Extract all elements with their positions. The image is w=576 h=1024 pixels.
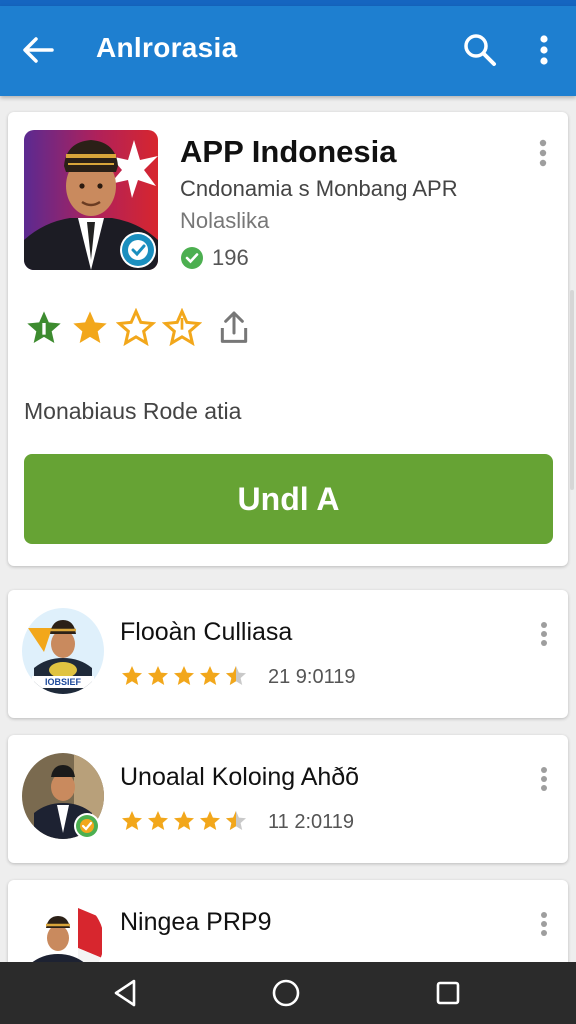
search-icon[interactable]	[458, 28, 502, 72]
star-icon	[200, 811, 220, 830]
nav-recents-icon[interactable]	[430, 976, 466, 1010]
app-bar: Anlrorasia	[0, 6, 576, 96]
more-vert-icon[interactable]	[532, 136, 554, 170]
star-icon	[122, 811, 142, 830]
star-icon	[148, 666, 168, 685]
install-button-label: Undl A	[237, 481, 340, 517]
more-vert-icon[interactable]	[526, 28, 562, 72]
verified-badge-icon	[74, 813, 100, 839]
list-item[interactable]: Unoalal Koloing Ahðõ 11 2:0119	[8, 735, 568, 863]
avatar-logo-text: IOBSIEF	[45, 677, 82, 687]
list-item-name: Ningea PRP9	[120, 908, 272, 936]
app-bar-title: Anlrorasia	[96, 32, 238, 63]
rating-stars	[120, 664, 250, 688]
rating-stars	[120, 809, 250, 833]
list-item-name: Unoalal Koloing Ahðõ	[120, 763, 360, 791]
more-vert-icon[interactable]	[534, 908, 554, 940]
app-subtitle: Cndonamia s Monbang APR	[180, 176, 458, 201]
star-icon	[122, 666, 142, 685]
star-outline-icon[interactable]	[162, 308, 202, 348]
star-icon[interactable]	[24, 308, 64, 348]
star-icon	[200, 666, 220, 685]
check-circle-icon	[180, 246, 204, 270]
app-detail-card: APP Indonesia Cndonamia s Monbang APR No…	[8, 112, 568, 566]
star-icon	[174, 666, 194, 685]
app-description: Monabiaus Rode atia	[24, 398, 242, 424]
nav-back-icon[interactable]	[108, 976, 144, 1010]
list-item-name: Flooàn Culliasa	[120, 618, 293, 646]
verified-badge-icon	[120, 232, 156, 268]
list-item-meta: 21 9:0119	[268, 666, 356, 688]
star-icon	[148, 811, 168, 830]
nav-home-icon[interactable]	[268, 976, 304, 1010]
list-item-meta: 11 2:0119	[268, 811, 355, 833]
arrow-back-icon[interactable]	[16, 28, 60, 72]
more-vert-icon[interactable]	[534, 618, 554, 650]
share-icon[interactable]	[214, 308, 254, 348]
star-icon[interactable]	[70, 308, 110, 348]
app-title: APP Indonesia	[180, 134, 397, 169]
download-count: 196	[212, 245, 249, 270]
install-button[interactable]: Undl A	[24, 454, 553, 544]
more-vert-icon[interactable]	[534, 763, 554, 795]
star-half-icon	[226, 666, 246, 685]
system-nav-bar	[0, 962, 576, 1024]
star-icon	[174, 811, 194, 830]
list-item[interactable]: IOBSIEF Flooàn Culliasa 21 9:0119	[8, 590, 568, 718]
scrollbar[interactable]	[570, 290, 574, 490]
star-half-icon	[226, 811, 246, 830]
star-outline-icon[interactable]	[116, 308, 156, 348]
app-developer[interactable]: Nolaslika	[180, 208, 269, 234]
app-avatar: IOBSIEF	[22, 608, 104, 694]
